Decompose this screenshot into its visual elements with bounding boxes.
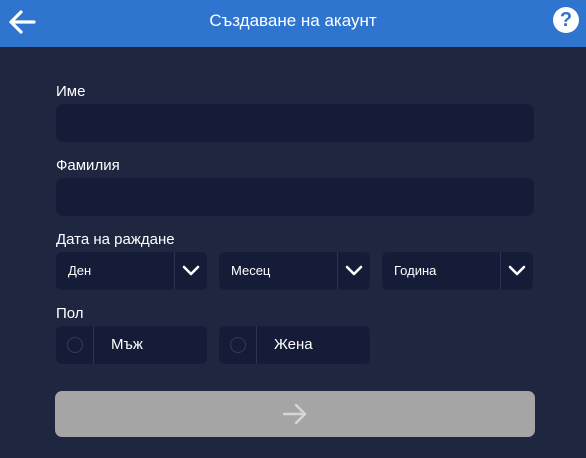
- month-select[interactable]: Месец: [219, 252, 370, 290]
- month-select-value: Месец: [231, 263, 271, 278]
- month-select-divider: [337, 252, 338, 290]
- arrow-right-icon: [282, 403, 307, 425]
- gender-label: Пол: [56, 305, 84, 322]
- day-select-divider: [174, 252, 175, 290]
- radio-circle-icon: [230, 337, 246, 353]
- gender-female-radio[interactable]: Жена: [219, 326, 370, 364]
- next-button[interactable]: [55, 391, 535, 437]
- radio-divider: [256, 326, 257, 364]
- gender-female-label: Жена: [274, 336, 313, 353]
- birth-date-label: Дата на раждане: [56, 231, 175, 248]
- radio-circle-icon: [67, 337, 83, 353]
- radio-divider: [93, 326, 94, 364]
- first-name-input[interactable]: [56, 104, 534, 142]
- day-select[interactable]: Ден: [56, 252, 207, 290]
- year-select-divider: [500, 252, 501, 290]
- question-circle-icon: ?: [559, 9, 573, 31]
- first-name-label: Име: [56, 83, 86, 100]
- year-select-value: Година: [394, 263, 437, 278]
- year-select[interactable]: Година: [382, 252, 533, 290]
- chevron-down-icon: [508, 265, 526, 276]
- top-bar: Създаване на акаунт ?: [0, 0, 586, 47]
- last-name-label: Фамилия: [56, 157, 120, 174]
- gender-male-label: Мъж: [111, 336, 143, 353]
- day-select-value: Ден: [68, 263, 92, 278]
- help-button[interactable]: ?: [553, 7, 579, 33]
- page-title: Създаване на акаунт: [209, 11, 377, 30]
- chevron-down-icon: [182, 265, 200, 276]
- gender-male-radio[interactable]: Мъж: [56, 326, 207, 364]
- last-name-input[interactable]: [56, 178, 534, 216]
- chevron-down-icon: [345, 265, 363, 276]
